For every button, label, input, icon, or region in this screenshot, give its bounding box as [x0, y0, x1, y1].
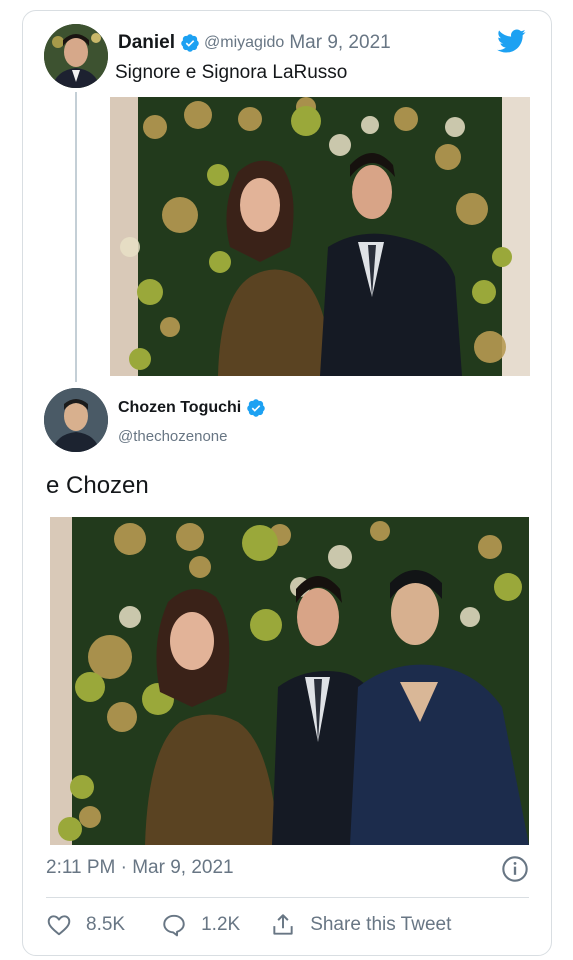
like-button[interactable]: 8.5K — [46, 912, 125, 938]
reply-count: 1.2K — [201, 914, 241, 935]
parent-author-handle[interactable]: @miyagido — [204, 34, 284, 52]
parent-tweet-photo[interactable] — [110, 97, 530, 376]
parent-author-name[interactable]: Daniel — [118, 32, 175, 54]
parent-tweet-date[interactable]: Mar 9, 2021 — [289, 32, 390, 54]
main-avatar[interactable] — [44, 388, 108, 452]
like-count: 8.5K — [86, 914, 126, 935]
info-icon[interactable] — [501, 855, 529, 883]
reply-bubble-icon — [163, 914, 185, 937]
tweet-action-bar: 8.5K 1.2K Share this Tweet — [46, 910, 451, 940]
share-button[interactable]: Share this Tweet — [270, 912, 451, 938]
parent-tweet-header: Daniel @miyagido Mar 9, 2021 — [118, 30, 391, 56]
parent-tweet-text: Signore e Signora LaRusso — [115, 62, 348, 83]
action-divider — [46, 897, 529, 898]
parent-avatar[interactable] — [44, 24, 108, 88]
main-tweet-text: e Chozen — [46, 472, 149, 499]
share-icon — [273, 914, 293, 935]
reply-button[interactable]: 1.2K — [161, 912, 240, 938]
twitter-bird-icon[interactable] — [494, 26, 528, 56]
main-tweet-author-row: Chozen Toguchi — [118, 398, 270, 418]
main-author-handle[interactable]: @thechozenone — [118, 428, 227, 445]
tweet-timestamp[interactable]: 2:11 PM · Mar 9, 2021 — [46, 857, 234, 879]
verified-badge-icon — [181, 34, 199, 52]
thread-connector-line — [75, 92, 77, 382]
heart-icon — [47, 915, 71, 936]
main-author-name[interactable]: Chozen Toguchi — [118, 399, 241, 417]
share-label: Share this Tweet — [310, 914, 452, 935]
main-tweet-photo[interactable] — [50, 517, 529, 845]
verified-badge-icon — [247, 399, 265, 417]
